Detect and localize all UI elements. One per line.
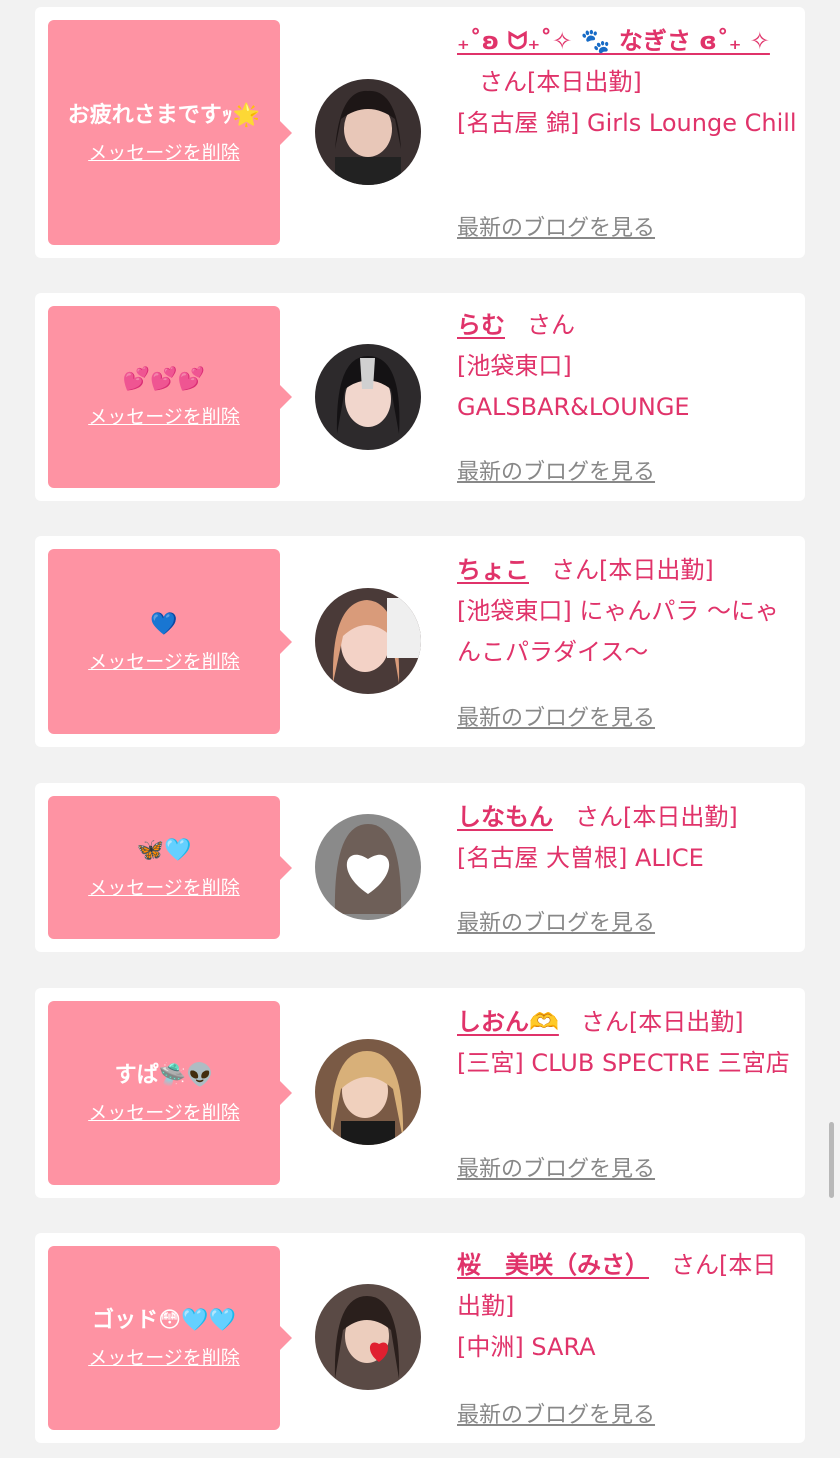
shop-label: [名古屋 大曽根] ALICE [457,844,704,872]
message-bubble: 💕💕💕 メッセージを削除 [48,306,292,488]
message-bubble: お疲れさまですｯ🌟 メッセージを削除 [48,20,292,245]
shop-label: [池袋東口] GALSBAR&LOUNGE [457,352,690,421]
scrollbar[interactable] [829,1122,834,1198]
avatar[interactable] [315,1039,421,1145]
avatar[interactable] [315,588,421,694]
cast-name-link[interactable]: ちょこ [457,556,529,584]
latest-blog-link[interactable]: 最新のブログを見る [457,454,655,486]
message-text: ゴッド😳🩵🩵 [92,1308,236,1333]
cast-info: ₊˚ʚ ᗢ₊˚✧ 🐾 なぎさ ɞ˚₊ ✧ さん[本日出勤] [名古屋 錦] Gir… [457,21,799,144]
cast-info: 桜 美咲（みさ） さん[本日出勤] [中洲] SARA [457,1245,799,1368]
cast-name-link[interactable]: 桜 美咲（みさ） [457,1251,649,1279]
message-bubble: ゴッド😳🩵🩵 メッセージを削除 [48,1246,292,1430]
status-label: [本日出勤] [599,556,714,584]
latest-blog-link[interactable]: 最新のブログを見る [457,700,655,732]
avatar[interactable] [315,1284,421,1390]
cast-info: らむ さん [池袋東口] GALSBAR&LOUNGE [457,305,799,428]
message-text: 💕💕💕 [122,367,206,392]
shop-label: [池袋東口] にゃんパラ 〜にゃんこパラダイス〜 [457,597,779,666]
message-card: お疲れさまですｯ🌟 メッセージを削除 ₊˚ʚ ᗢ₊˚✧ 🐾 なぎさ ɞ˚₊ ✧ さ… [35,7,805,258]
cast-info: しおん🫶 さん[本日出勤] [三宮] CLUB SPECTRE 三宮店 [457,1002,799,1084]
shop-label: [三宮] CLUB SPECTRE 三宮店 [457,1049,790,1077]
san-label: さん [551,556,599,584]
delete-message-link[interactable]: メッセージを削除 [88,1344,240,1372]
avatar[interactable] [315,344,421,450]
girl-photo-avatar-icon [315,588,421,694]
heart-face-avatar-icon [315,814,421,920]
avatar[interactable] [315,814,421,920]
san-label: さん [671,1251,719,1279]
status-label: [本日出勤] [527,68,642,96]
message-bubble: 💙 メッセージを削除 [48,549,292,734]
message-bubble: すぱ🛸👽 メッセージを削除 [48,1001,292,1185]
delete-message-link[interactable]: メッセージを削除 [88,874,240,902]
message-text: お疲れさまですｯ🌟 [67,102,261,128]
message-text: 🦋🩵 [136,837,192,863]
san-label: さん [479,68,527,96]
cast-info: ちょこ さん[本日出勤] [池袋東口] にゃんパラ 〜にゃんこパラダイス〜 [457,550,799,673]
latest-blog-link[interactable]: 最新のブログを見る [457,210,655,242]
status-label: [本日出勤] [623,803,738,831]
message-card: 🦋🩵 メッセージを削除 しなもん さん[本日出勤] [名古屋 大曽根] ALICE… [35,783,805,952]
girl-photo-avatar-icon [315,1039,421,1145]
latest-blog-link[interactable]: 最新のブログを見る [457,905,655,937]
message-card: 💙 メッセージを削除 ちょこ さん[本日出勤] [池袋東口] にゃんパラ 〜にゃん… [35,536,805,747]
girl-photo-avatar-icon [315,344,421,450]
delete-message-link[interactable]: メッセージを削除 [88,648,240,676]
cast-name-link[interactable]: しおん🫶 [457,1008,559,1036]
san-label: さん [527,311,575,339]
cast-name-link[interactable]: らむ [457,311,505,339]
cast-name-link[interactable]: しなもん [457,803,553,831]
cast-info: しなもん さん[本日出勤] [名古屋 大曽根] ALICE [457,797,799,879]
san-label: さん [580,1008,629,1036]
delete-message-link[interactable]: メッセージを削除 [88,139,240,167]
delete-message-link[interactable]: メッセージを削除 [88,1099,240,1127]
message-text: 💙 [150,611,178,637]
latest-blog-link[interactable]: 最新のブログを見る [457,1397,655,1429]
message-card: 💕💕💕 メッセージを削除 らむ さん [池袋東口] GALSBAR&LOUNGE … [35,293,805,501]
message-card: ゴッド😳🩵🩵 メッセージを削除 桜 美咲（みさ） さん[本日出勤] [中洲] SA… [35,1233,805,1443]
message-bubble: 🦋🩵 メッセージを削除 [48,796,292,939]
status-label: [本日出勤] [628,1008,744,1036]
san-label: さん [575,803,623,831]
message-card: すぱ🛸👽 メッセージを削除 しおん🫶 さん[本日出勤] [三宮] CLUB SPE… [35,988,805,1198]
message-text: すぱ🛸👽 [114,1063,214,1088]
girl-photo-avatar-icon [315,1284,421,1390]
avatar[interactable] [315,79,421,185]
shop-label: [名古屋 錦] Girls Lounge Chill [457,109,797,137]
shop-label: [中洲] SARA [457,1333,596,1361]
cast-name-link[interactable]: ₊˚ʚ ᗢ₊˚✧ 🐾 なぎさ ɞ˚₊ ✧ [457,27,770,55]
delete-message-link[interactable]: メッセージを削除 [88,403,240,431]
latest-blog-link[interactable]: 最新のブログを見る [457,1151,655,1183]
girl-photo-avatar-icon [315,79,421,185]
